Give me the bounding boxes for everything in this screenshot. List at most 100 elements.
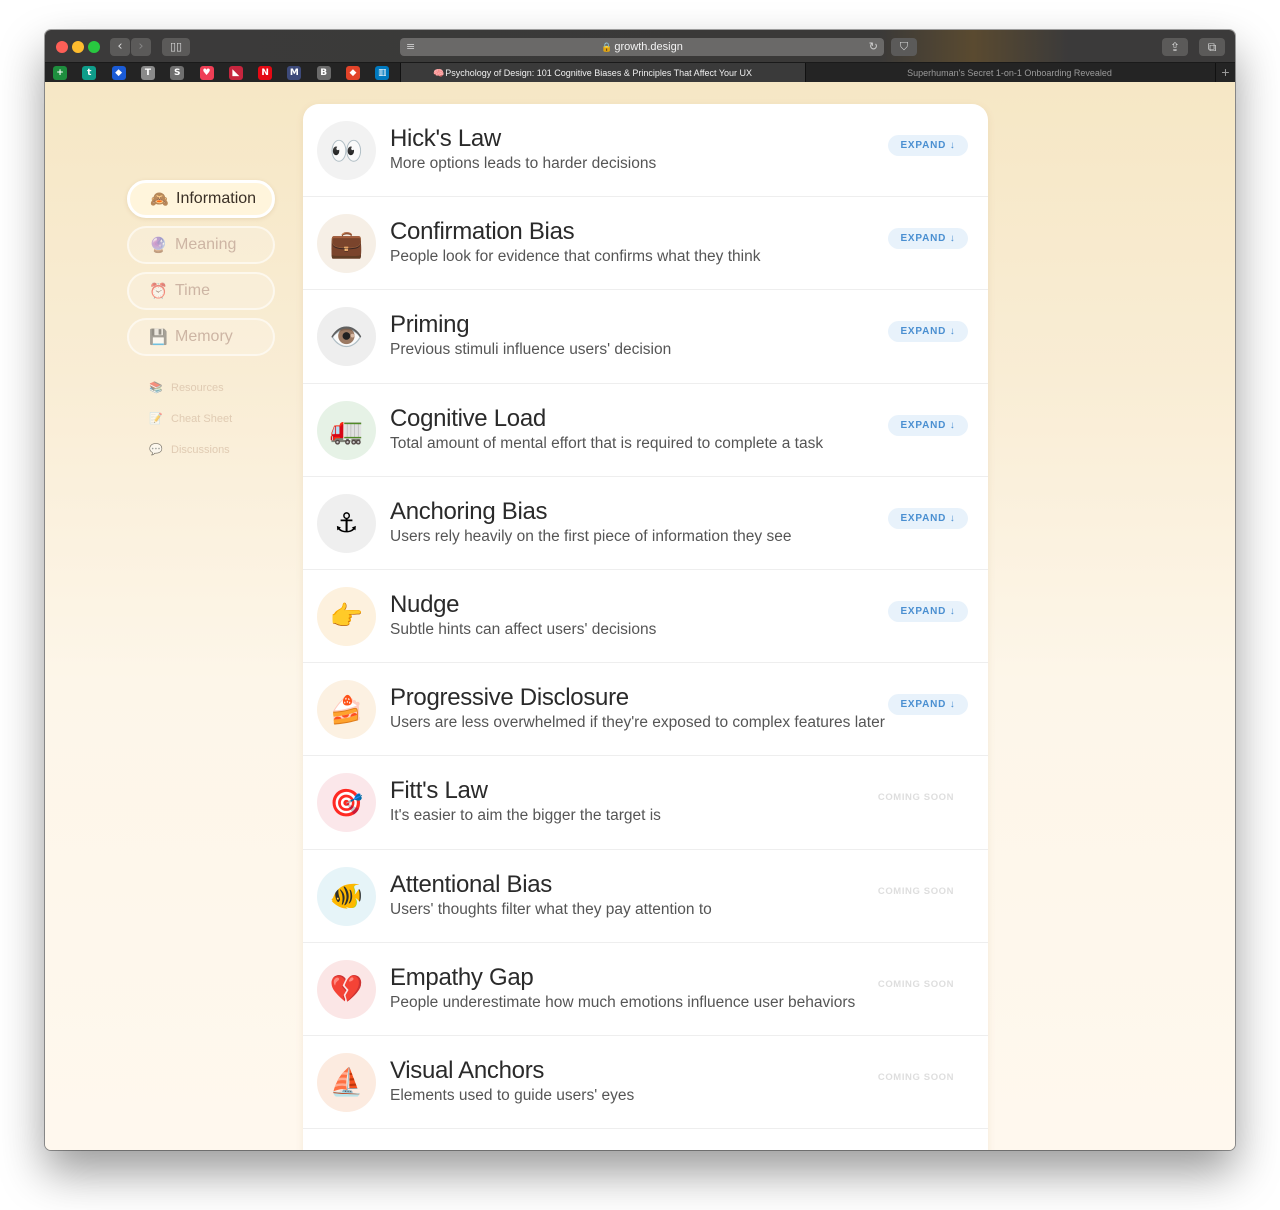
- principles-list: 👀 Hick's Law More options leads to harder …: [303, 104, 988, 1150]
- mail-favicon[interactable]: M: [287, 66, 302, 80]
- principle-title: Visual Anchors: [390, 1056, 545, 1084]
- principle-row[interactable]: 🍰 Progressive Disclosure Users are less ov…: [303, 663, 988, 757]
- category-label: Time: [175, 282, 210, 299]
- share-icon: ⇪: [1169, 40, 1181, 54]
- principle-row[interactable]: ⚓ Anchoring Bias Users rely heavily on the…: [303, 477, 988, 570]
- principle-title: Empathy Gap: [390, 963, 534, 991]
- principle-title: Confirmation Bias: [390, 218, 575, 246]
- expand-button[interactable]: EXPAND ↓: [888, 321, 968, 343]
- memory-category-icon: 💾: [149, 328, 168, 346]
- forward-button[interactable]: ›: [131, 38, 151, 56]
- link-label: Discussions: [171, 443, 230, 456]
- pocket-button[interactable]: ⛉: [891, 38, 917, 56]
- category-label: Memory: [175, 328, 233, 345]
- address-bar[interactable]: ≡ 🔒 growth.design ↻: [400, 38, 884, 56]
- tab-overview-button[interactable]: ⧉: [1199, 38, 1225, 56]
- category-information[interactable]: 🙈 Information: [127, 180, 275, 218]
- chevron-left-icon: ‹: [117, 39, 123, 54]
- trello-t-favicon[interactable]: t: [82, 66, 97, 80]
- category-time[interactable]: ⏰ Time: [127, 272, 275, 310]
- principle-title: Priming: [390, 311, 470, 339]
- principle-title: Fitt's Law: [390, 777, 488, 805]
- bitwarden-favicon[interactable]: T: [140, 66, 155, 80]
- principle-title: Hick's Law: [390, 125, 501, 152]
- expand-button[interactable]: EXPAND ↓: [888, 694, 968, 716]
- cheat-sheet-icon: 📝: [149, 412, 163, 425]
- tab-active[interactable]: 🧠Psychology of Design: 101 Cognitive Bia…: [400, 63, 806, 83]
- principle-title: Cognitive Load: [390, 404, 546, 432]
- principle-row[interactable]: 👉 Nudge Subtle hints can affect users' dec…: [303, 570, 988, 664]
- s-favicon[interactable]: S: [170, 66, 185, 80]
- tab-bar: + t ◆ T S ♥ ◣ N M B ◆ ▥ 🧠Psychology of Design: 101 …: [45, 62, 1235, 83]
- link-label: Resources: [171, 381, 224, 394]
- principle-description: More options leads to harder decisions: [390, 155, 657, 172]
- lock-icon: 🔒: [601, 43, 613, 53]
- progressive-disclosure-icon: 🍰: [317, 680, 376, 740]
- category-meaning[interactable]: 🔮 Meaning: [127, 226, 275, 264]
- b-favicon[interactable]: B: [316, 66, 331, 80]
- expand-button[interactable]: EXPAND ↓: [888, 228, 968, 250]
- tab-active-title: Psychology of Design: 101 Cognitive Bias…: [445, 68, 753, 78]
- principle-title: Progressive Disclosure: [390, 684, 629, 712]
- back-button[interactable]: ‹: [110, 38, 130, 56]
- netflix-favicon[interactable]: N: [258, 66, 273, 80]
- principle-description: Users rely heavily on the first piece of…: [390, 527, 792, 545]
- new-tab-button[interactable]: +: [1215, 63, 1235, 83]
- reader-icon[interactable]: ≡: [406, 38, 415, 56]
- diamond-favicon[interactable]: ◆: [111, 66, 126, 80]
- page-content: 🙈 Information 🔮 Meaning ⏰ Time 💾 Memory 📚 Resour…: [45, 82, 1235, 1150]
- principle-row[interactable]: 👁️ Priming Previous stimuli influence user…: [303, 290, 988, 384]
- time-category-icon: ⏰: [149, 282, 168, 300]
- minimize-window-button[interactable]: [72, 41, 84, 53]
- share-button[interactable]: ⇪: [1162, 38, 1188, 56]
- coming-soon-label: COMING SOON: [877, 885, 955, 897]
- browser-toolbar: ‹ › ▯▯ ≡ 🔒 growth.design ↻ ⛉ ⇪ ⧉: [45, 30, 1235, 62]
- category-nav: 🙈 Information 🔮 Meaning ⏰ Time 💾 Memory: [127, 180, 277, 364]
- gitlab-favicon[interactable]: ◆: [346, 66, 360, 80]
- link-resources[interactable]: 📚 Resources: [149, 372, 232, 403]
- secondary-links: 📚 Resources 📝 Cheat Sheet 💬 Discussions: [149, 372, 232, 465]
- attentional-bias-icon: 🐠: [317, 866, 376, 926]
- principle-row-partial: [303, 1129, 988, 1150]
- principle-description: Users' thoughts filter what they pay att…: [390, 900, 712, 918]
- principle-row: 🎯 Fitt's Law It's easier to aim the bigger…: [303, 756, 988, 850]
- link-label: Cheat Sheet: [171, 412, 233, 425]
- bird-favicon[interactable]: ◣: [228, 66, 243, 80]
- principle-row[interactable]: 👀 Hick's Law More options leads to harder …: [303, 104, 988, 198]
- principle-description: People look for evidence that confirms w…: [390, 248, 761, 266]
- information-category-icon: 🙈: [150, 190, 169, 208]
- priming-icon: 👁️: [317, 307, 376, 367]
- tab-inactive[interactable]: Superhuman's Secret 1-on-1 Onboarding Re…: [807, 63, 1212, 83]
- principle-description: Total amount of mental effort that is re…: [390, 434, 824, 452]
- principle-description: Elements used to guide users' eyes: [390, 1086, 635, 1104]
- nudge-icon: 👉: [317, 586, 376, 646]
- principle-description: People underestimate how much emotions i…: [390, 993, 856, 1011]
- expand-button[interactable]: EXPAND ↓: [888, 600, 968, 622]
- category-label: Information: [176, 190, 257, 207]
- link-cheat-sheet[interactable]: 📝 Cheat Sheet: [149, 403, 232, 434]
- category-memory[interactable]: 💾 Memory: [127, 318, 275, 356]
- browser-window: ‹ › ▯▯ ≡ 🔒 growth.design ↻ ⛉ ⇪ ⧉ + t ◆ T S ♥ ◣ N…: [45, 30, 1235, 1150]
- principle-description: Previous stimuli influence users' decisi…: [390, 341, 672, 359]
- expand-button[interactable]: EXPAND ↓: [888, 135, 968, 156]
- category-label: Meaning: [175, 236, 237, 253]
- sidebar-toggle-button[interactable]: ▯▯: [162, 38, 190, 56]
- maximize-window-button[interactable]: [88, 41, 100, 53]
- principle-row: 💔 Empathy Gap People underestimate how muc…: [303, 943, 988, 1036]
- discussions-icon: 💬: [149, 443, 163, 456]
- expand-button[interactable]: EXPAND ↓: [888, 414, 968, 436]
- trello-favicon[interactable]: ▥: [375, 66, 390, 80]
- pocket-favicon[interactable]: ♥: [199, 66, 214, 80]
- chevron-right-icon: ›: [138, 39, 144, 54]
- sheets-favicon[interactable]: +: [53, 66, 67, 80]
- address-text: growth.design: [614, 41, 683, 53]
- link-discussions[interactable]: 💬 Discussions: [149, 434, 232, 465]
- principle-row: 🐠 Attentional Bias Users' thoughts filter …: [303, 850, 988, 943]
- expand-button[interactable]: EXPAND ↓: [888, 507, 968, 529]
- principle-row[interactable]: 💼 Confirmation Bias People look for eviden…: [303, 197, 988, 291]
- principle-title: Nudge: [390, 590, 460, 618]
- reload-icon[interactable]: ↻: [869, 38, 878, 56]
- principle-row[interactable]: 🚛 Cognitive Load Total amount of mental ef…: [303, 384, 988, 477]
- close-window-button[interactable]: [56, 41, 68, 53]
- hick-s-law-icon: 👀: [317, 121, 376, 180]
